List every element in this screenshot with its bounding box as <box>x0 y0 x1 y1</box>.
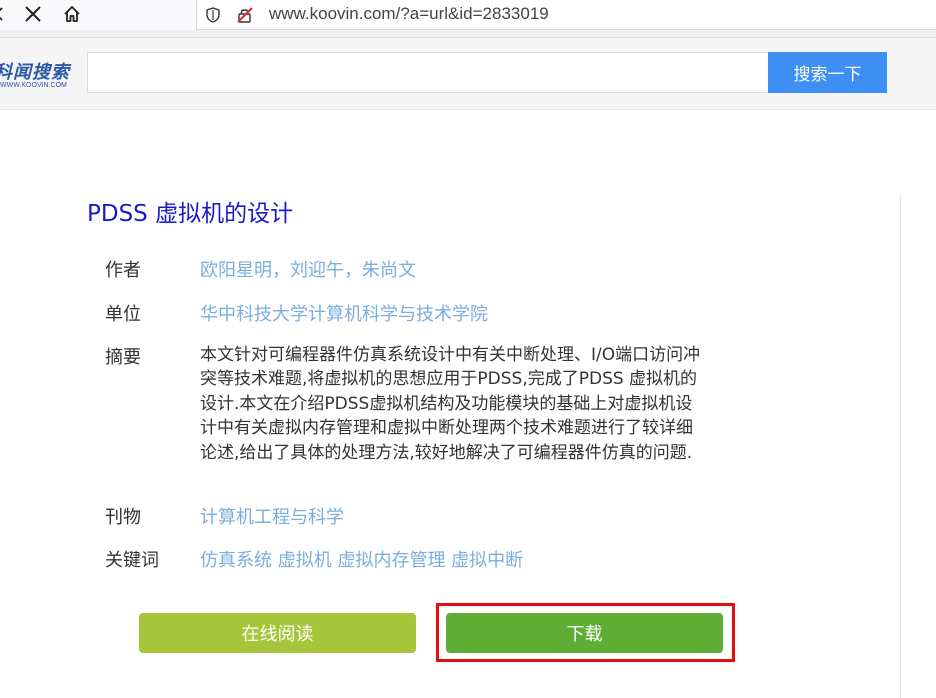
insecure-lock-icon[interactable] <box>235 5 255 25</box>
abstract-line: 论述,给出了具体的处理方法,较好地解决了可编程器件仿真的问题. <box>200 442 693 463</box>
read-online-button[interactable]: 在线阅读 <box>139 613 416 653</box>
shield-icon[interactable] <box>203 5 223 25</box>
close-icon[interactable] <box>19 0 47 28</box>
abstract-text: 本文针对可编程器件仿真系统设计中有关中断处理、I/O端口访问冲 突等技术难题,将… <box>200 343 755 465</box>
logo-text: 科闻搜索 <box>0 62 70 83</box>
organization-link[interactable]: 华中科技大学计算机科学与技术学院 <box>200 300 488 326</box>
keywords-links[interactable]: 仿真系统 虚拟机 虚拟内存管理 虚拟中断 <box>200 546 523 572</box>
abstract-label: 摘要 <box>105 347 141 368</box>
abstract-line: 本文针对可编程器件仿真系统设计中有关中断处理、I/O端口访问冲 <box>200 345 701 365</box>
site-logo[interactable]: 科闻搜索 WWW.KOOVIN.COM <box>0 48 80 98</box>
abstract-line: 计中有关虚拟内存管理和虚拟中断处理两个技术难题进行了较详细 <box>200 418 693 439</box>
organization-label: 单位 <box>105 304 141 325</box>
address-bar[interactable]: www.koovin.com/?a=url&id=2833019 <box>196 0 936 30</box>
paper-title: PDSS 虚拟机的设计 <box>87 201 294 227</box>
browser-toolbar: www.koovin.com/?a=url&id=2833019 <box>0 0 936 30</box>
content-divider <box>900 195 901 698</box>
home-icon[interactable] <box>58 0 86 28</box>
url-text[interactable]: www.koovin.com/?a=url&id=2833019 <box>269 4 549 24</box>
site-header: 科闻搜索 WWW.KOOVIN.COM 搜索一下 <box>0 38 936 110</box>
abstract-line: 突等技术难题,将虚拟机的思想应用于PDSS,完成了PDSS 虚拟机的 <box>200 369 698 390</box>
keywords-label: 关键词 <box>105 550 159 571</box>
journal-link[interactable]: 计算机工程与科学 <box>200 503 344 529</box>
author-label: 作者 <box>105 260 141 281</box>
search-input[interactable] <box>87 52 769 93</box>
back-icon[interactable] <box>0 0 14 28</box>
toolbar-divider <box>0 30 936 38</box>
abstract-line: 设计.本文在介绍PDSS虚拟机结构及功能模块的基础上对虚拟机设 <box>200 393 693 414</box>
journal-label: 刊物 <box>105 507 141 528</box>
author-link[interactable]: 欧阳星明，刘迎午，朱尚文 <box>200 256 416 282</box>
download-button[interactable]: 下载 <box>446 613 723 653</box>
search-button[interactable]: 搜索一下 <box>768 52 887 93</box>
logo-subtext: WWW.KOOVIN.COM <box>0 82 67 89</box>
